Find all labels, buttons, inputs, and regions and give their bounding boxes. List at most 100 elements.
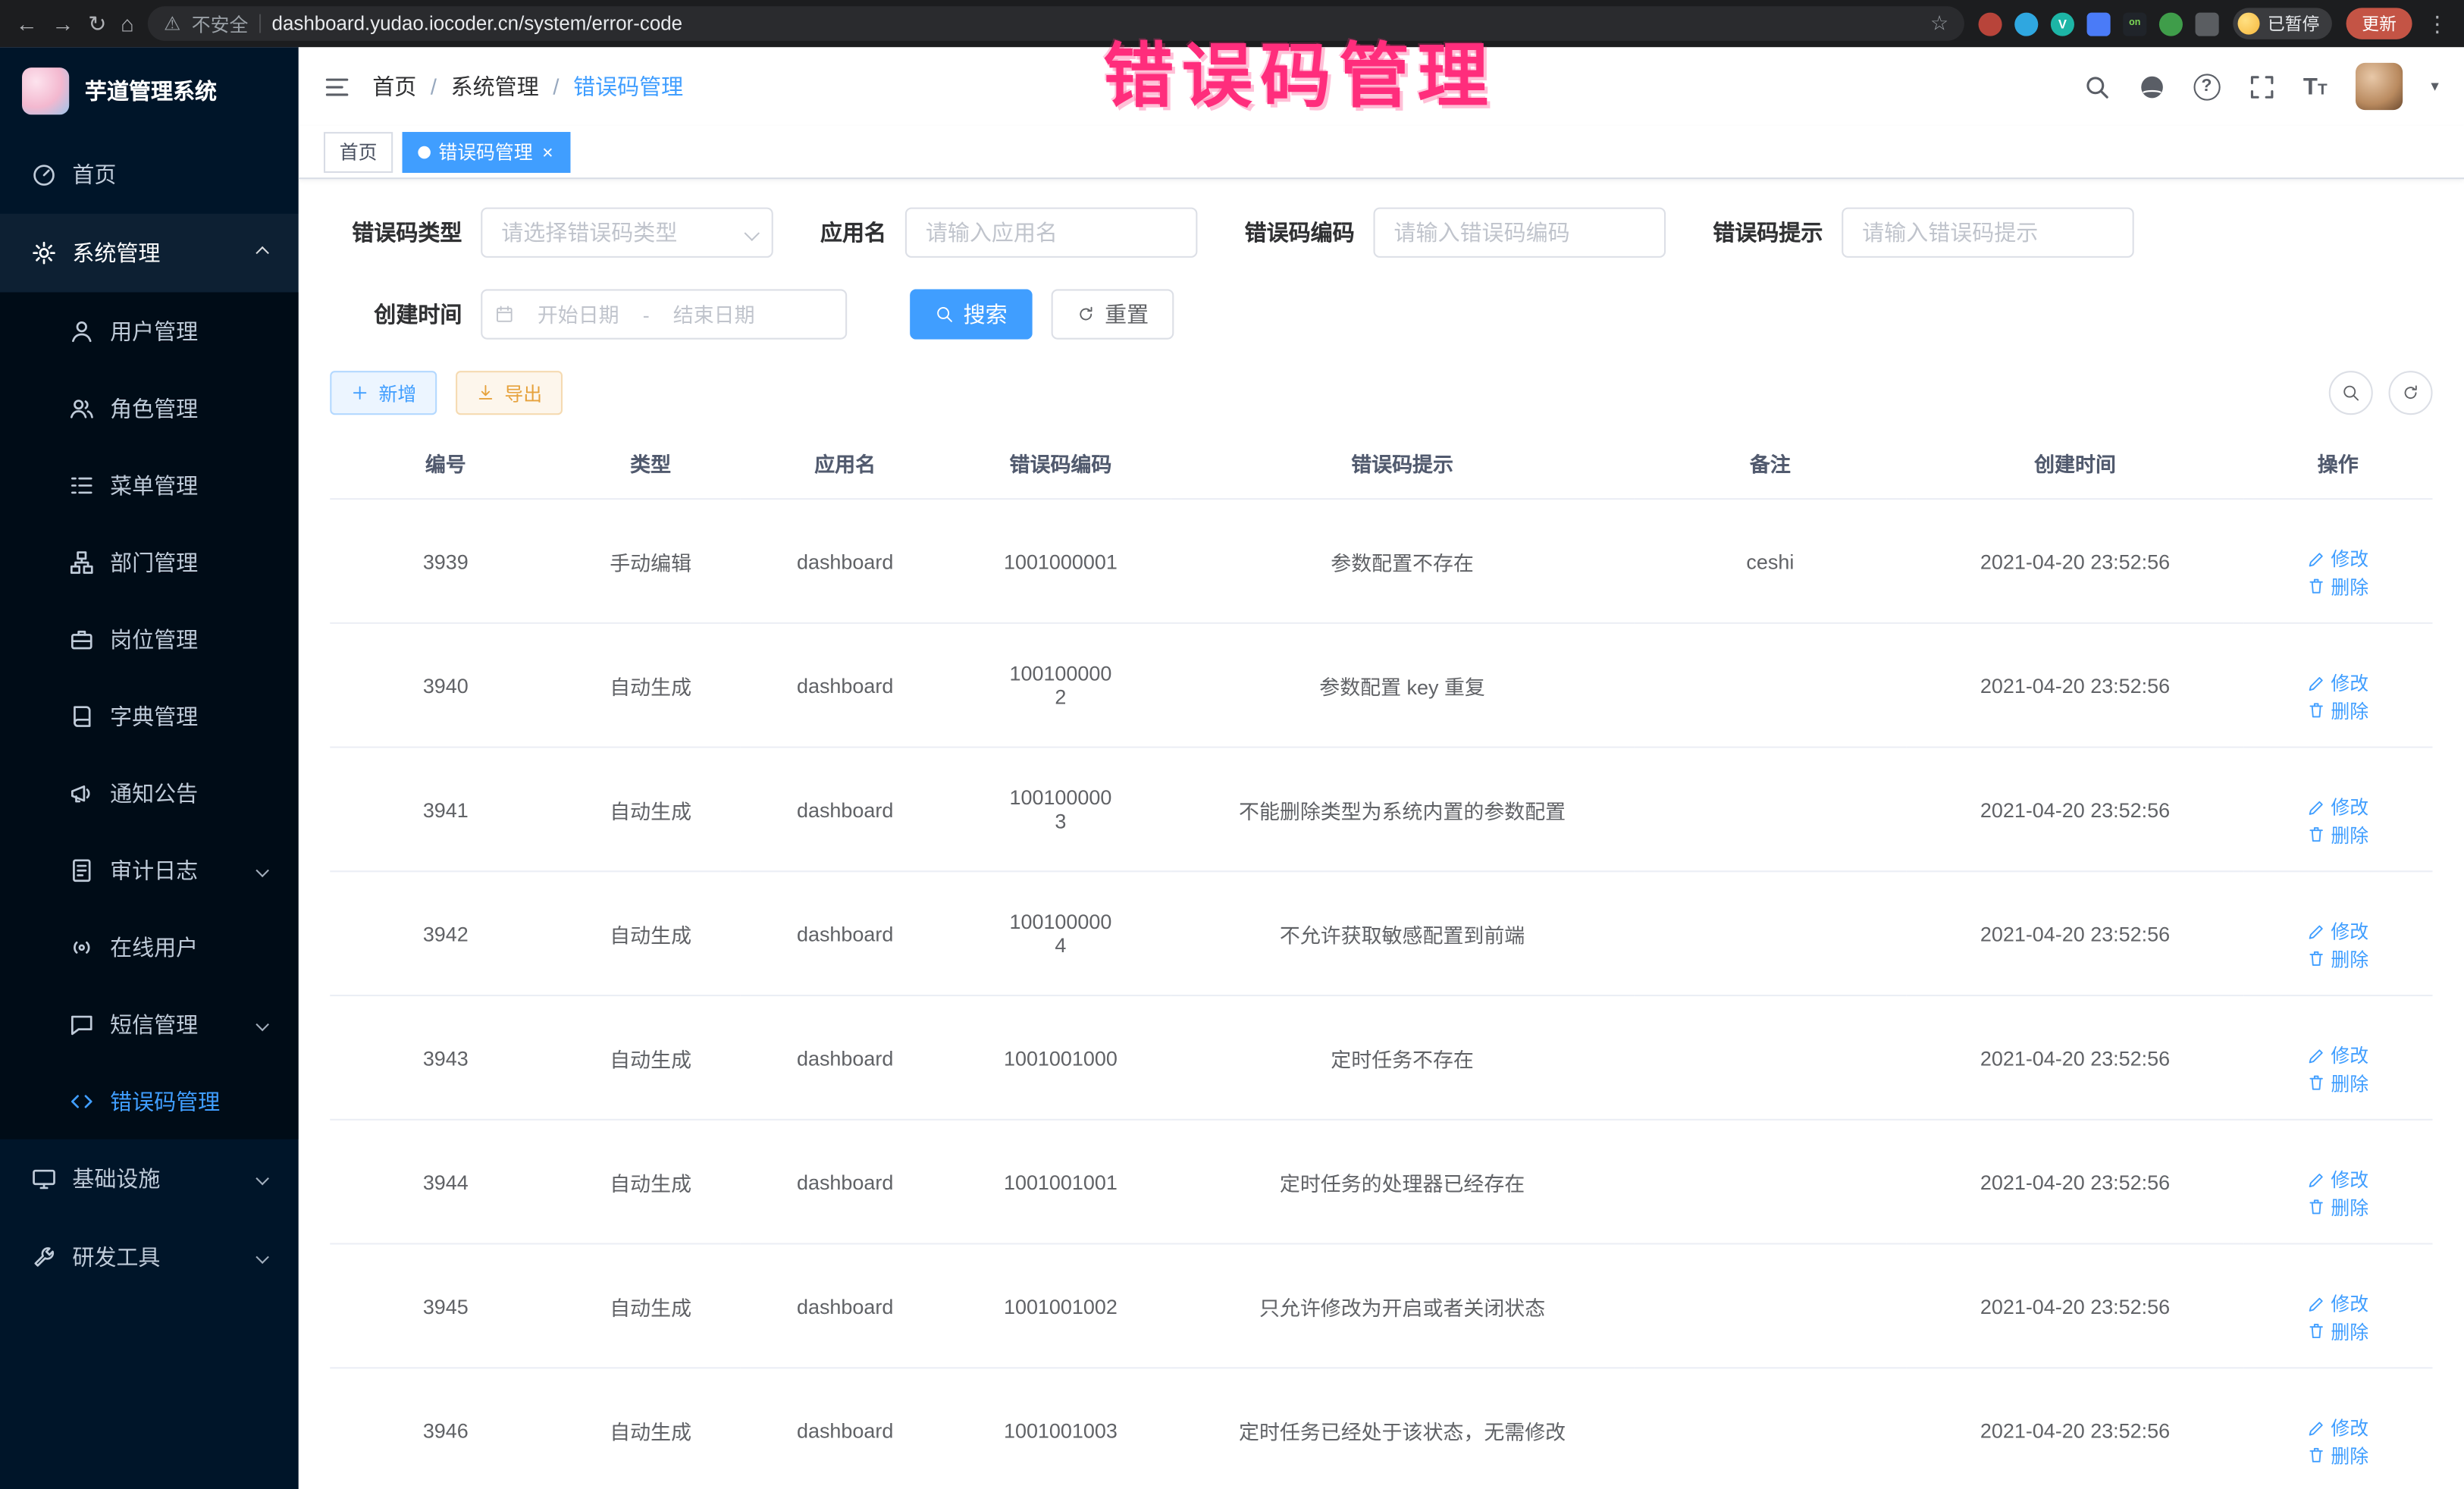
delete-link[interactable]: 删除 [2307, 1442, 2368, 1469]
delete-link[interactable]: 删除 [2307, 697, 2368, 723]
search-icon[interactable] [2083, 73, 2110, 99]
sidebar-item-label: 字典管理 [110, 700, 267, 731]
browser-update-button[interactable]: 更新 [2346, 8, 2412, 39]
table-row: 3942 自动生成 dashboard 100100000 4 不允许获取敏感配… [330, 871, 2432, 995]
export-button[interactable]: 导出 [456, 371, 563, 415]
date-start-input[interactable] [520, 303, 636, 326]
table-toolbar: 新增 导出 [330, 371, 2432, 415]
delete-link[interactable]: 删除 [2307, 1193, 2368, 1220]
wrench-icon [31, 1245, 56, 1270]
cell-code: 1001001002 [950, 1244, 1171, 1368]
github-icon[interactable] [2138, 73, 2165, 99]
breadcrumb-item-home[interactable]: 首页 [372, 71, 416, 102]
error-type-select[interactable] [481, 208, 773, 258]
extension-icon-puzzle[interactable] [2196, 12, 2219, 36]
extension-icon-green[interactable] [2159, 12, 2183, 36]
sidebar-item-users[interactable]: 用户管理 [0, 293, 299, 370]
breadcrumb-item-error-code[interactable]: 错误码管理 [573, 71, 683, 102]
reload-icon[interactable]: ↻ [88, 13, 106, 35]
sidebar-item-positions[interactable]: 岗位管理 [0, 600, 299, 678]
delete-link[interactable]: 删除 [2307, 821, 2368, 848]
delete-link[interactable]: 删除 [2307, 1318, 2368, 1344]
tab-home[interactable]: 首页 [324, 131, 393, 172]
edit-link[interactable]: 修改 [2307, 1290, 2368, 1317]
tab-error-code[interactable]: 错误码管理 × [403, 131, 571, 172]
toggle-search-button[interactable] [2329, 371, 2373, 415]
filter-label: 应用名 [820, 217, 886, 248]
pencil-icon [2307, 798, 2326, 817]
breadcrumb-item-system[interactable]: 系统管理 [451, 71, 539, 102]
cell-type: 自动生成 [561, 1120, 740, 1244]
app-logo[interactable]: 芋道管理系统 [0, 47, 299, 135]
sidebar-item-online-users[interactable]: 在线用户 [0, 908, 299, 986]
cell-remark: ceshi [1634, 499, 1908, 623]
delete-link[interactable]: 删除 [2307, 572, 2368, 599]
reset-button[interactable]: 重置 [1052, 289, 1174, 339]
cell-id: 3942 [330, 871, 561, 995]
refresh-table-button[interactable] [2389, 371, 2433, 415]
fullscreen-icon[interactable] [2248, 73, 2274, 99]
cell-code: 100100000 3 [950, 748, 1171, 872]
delete-link[interactable]: 删除 [2307, 1069, 2368, 1096]
edit-link[interactable]: 修改 [2307, 917, 2368, 944]
filter-label: 创建时间 [330, 299, 462, 330]
add-button[interactable]: 新增 [330, 371, 437, 415]
user-avatar[interactable] [2356, 63, 2403, 110]
extension-icon-on[interactable]: on [2123, 12, 2146, 36]
error-code-input[interactable] [1374, 208, 1666, 258]
sidebar-item-sms[interactable]: 短信管理 [0, 986, 299, 1063]
sidebar-item-infrastructure[interactable]: 基础设施 [0, 1139, 299, 1218]
date-end-input[interactable] [656, 303, 772, 326]
sidebar-item-label: 短信管理 [110, 1008, 242, 1039]
edit-link[interactable]: 修改 [2307, 1042, 2368, 1068]
sidebar-item-departments[interactable]: 部门管理 [0, 523, 299, 600]
browser-menu-icon[interactable]: ⋮ [2426, 13, 2448, 35]
font-size-icon[interactable]: TT [2303, 73, 2328, 99]
cell-id: 3943 [330, 995, 561, 1120]
caret-down-icon[interactable]: ▾ [2431, 78, 2438, 96]
cell-app: dashboard [740, 1244, 950, 1368]
url-text: dashboard.yudao.iocoder.cn/system/error-… [272, 13, 1920, 35]
sidebar-item-notices[interactable]: 通知公告 [0, 754, 299, 832]
paused-badge[interactable]: 已暂停 [2233, 8, 2332, 39]
back-icon[interactable]: ← [16, 13, 38, 35]
error-hint-input[interactable] [1842, 208, 2134, 258]
sidebar-item-label: 错误码管理 [110, 1085, 267, 1116]
sidebar-item-dictionary[interactable]: 字典管理 [0, 677, 299, 754]
sidebar-menu: 首页 系统管理 用户管理 角色管理 [0, 135, 299, 1489]
delete-link[interactable]: 删除 [2307, 945, 2368, 972]
search-button[interactable]: 搜索 [910, 289, 1033, 339]
logo-image [22, 67, 69, 114]
cell-message: 定时任务不存在 [1171, 995, 1634, 1120]
cell-remark [1634, 995, 1908, 1120]
date-range-picker[interactable]: - [481, 289, 847, 339]
edit-link[interactable]: 修改 [2307, 794, 2368, 820]
close-icon[interactable]: × [541, 143, 555, 161]
briefcase-icon [69, 626, 94, 651]
extension-icon-red[interactable] [1979, 12, 2002, 36]
edit-link[interactable]: 修改 [2307, 1414, 2368, 1440]
sidebar-item-system[interactable]: 系统管理 [0, 214, 299, 293]
export-button-label: 导出 [504, 380, 542, 406]
forward-icon[interactable]: → [52, 13, 74, 35]
address-bar[interactable]: ⚠ 不安全 dashboard.yudao.iocoder.cn/system/… [148, 6, 1964, 41]
tags-view: 首页 错误码管理 × [299, 126, 2464, 179]
browser-home-icon[interactable]: ⌂ [121, 13, 134, 35]
extension-icon-grid[interactable] [2087, 12, 2111, 36]
extension-icon-check[interactable]: V [2051, 12, 2074, 36]
sidebar-item-menus[interactable]: 菜单管理 [0, 447, 299, 524]
sidebar-item-error-code[interactable]: 错误码管理 [0, 1062, 299, 1139]
app-name-input[interactable] [905, 208, 1198, 258]
bookmark-star-icon[interactable]: ☆ [1930, 11, 1948, 36]
extension-icon-drop[interactable] [2014, 12, 2038, 36]
edit-link[interactable]: 修改 [2307, 545, 2368, 572]
header-message: 错误码提示 [1171, 428, 1634, 499]
sidebar-item-dev-tools[interactable]: 研发工具 [0, 1218, 299, 1296]
sidebar-item-audit-log[interactable]: 审计日志 [0, 831, 299, 908]
edit-link[interactable]: 修改 [2307, 1166, 2368, 1193]
sidebar-item-roles[interactable]: 角色管理 [0, 369, 299, 447]
help-icon[interactable]: ? [2193, 73, 2220, 99]
edit-link[interactable]: 修改 [2307, 669, 2368, 696]
sidebar-item-home[interactable]: 首页 [0, 135, 299, 214]
hamburger-icon[interactable] [324, 73, 350, 99]
